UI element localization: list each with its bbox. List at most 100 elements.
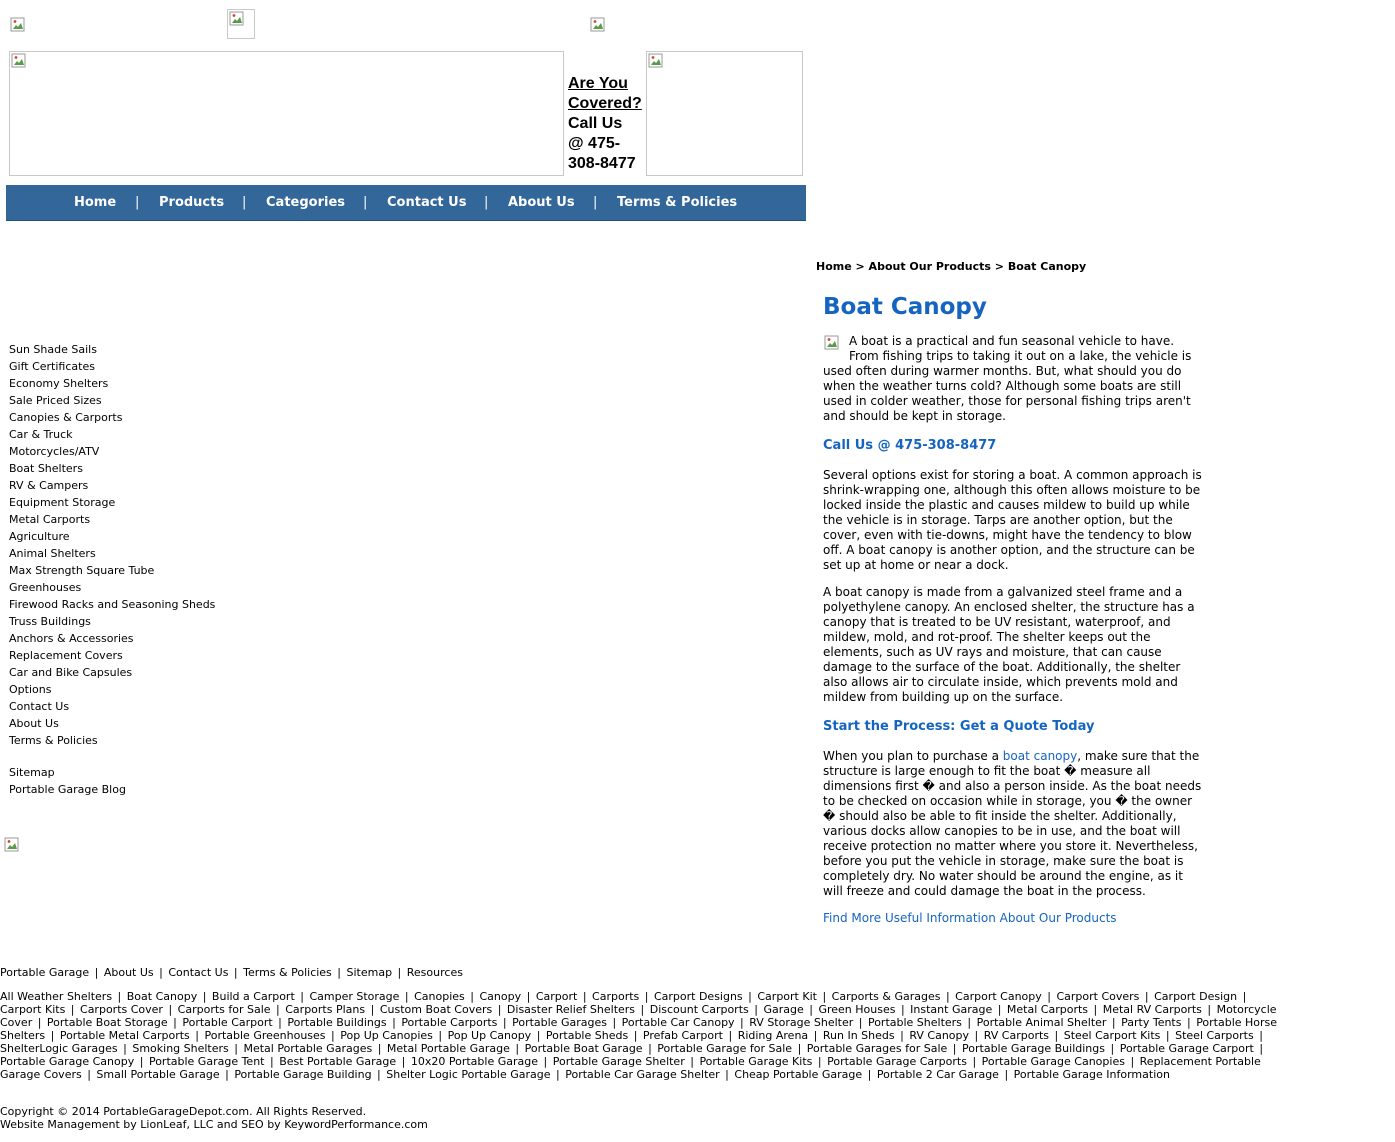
- footer-keyword-link[interactable]: Metal RV Carports: [1103, 1003, 1202, 1016]
- footer-keyword-link[interactable]: Portable Garage Carports: [827, 1055, 967, 1068]
- footer-keyword-link[interactable]: Party Tents: [1121, 1016, 1181, 1029]
- footer-keyword-link[interactable]: Portable Carport: [182, 1016, 272, 1029]
- footer-keyword-link[interactable]: RV Carports: [984, 1029, 1049, 1042]
- footer-keyword-link[interactable]: Portable Garage Carport: [1120, 1042, 1254, 1055]
- sidebar-badge-image[interactable]: [3, 836, 21, 854]
- sidebar-item-animal-shelters[interactable]: Animal Shelters: [9, 545, 269, 562]
- footer-keyword-link[interactable]: Portable Sheds: [546, 1029, 628, 1042]
- footer-keyword-link[interactable]: Carports & Garages: [832, 990, 941, 1003]
- sidebar-item-rv-campers[interactable]: RV & Campers: [9, 477, 269, 494]
- footer-keyword-link[interactable]: Portable 2 Car Garage: [877, 1068, 999, 1081]
- footer-keyword-link[interactable]: Carport Design: [1154, 990, 1237, 1003]
- nav-contact-us[interactable]: Contact Us: [387, 185, 466, 221]
- footer-keyword-link[interactable]: Pop Up Canopy: [448, 1029, 532, 1042]
- footer-keyword-link[interactable]: Garage: [763, 1003, 803, 1016]
- footer-keyword-link[interactable]: Portable Boat Garage: [525, 1042, 643, 1055]
- footer-keyword-link[interactable]: Carports Cover: [80, 1003, 163, 1016]
- footer-nav-link[interactable]: Terms & Policies: [243, 966, 332, 979]
- boat-canopy-link[interactable]: boat canopy: [1003, 749, 1077, 763]
- sidebar-item-max-strength-square-tube[interactable]: Max Strength Square Tube: [9, 562, 269, 579]
- sidebar-item-agriculture[interactable]: Agriculture: [9, 528, 269, 545]
- footer-keyword-link[interactable]: Run In Sheds: [823, 1029, 895, 1042]
- footer-keyword-link[interactable]: Portable Garage Building: [234, 1068, 371, 1081]
- footer-keyword-link[interactable]: Portable Garage Information: [1014, 1068, 1170, 1081]
- more-info-link[interactable]: Find More Useful Information About Our P…: [823, 911, 1205, 926]
- footer-keyword-link[interactable]: Portable Garages: [512, 1016, 607, 1029]
- footer-keyword-link[interactable]: Best Portable Garage: [279, 1055, 396, 1068]
- footer-keyword-link[interactable]: RV Storage Shelter: [749, 1016, 853, 1029]
- footer-keyword-link[interactable]: Portable Greenhouses: [204, 1029, 325, 1042]
- footer-keyword-link[interactable]: Steel Carport Kits: [1064, 1029, 1161, 1042]
- sidebar-item-equipment-storage[interactable]: Equipment Storage: [9, 494, 269, 511]
- footer-keyword-link[interactable]: RV Canopy: [909, 1029, 969, 1042]
- sidebar-item-firewood-racks[interactable]: Firewood Racks and Seasoning Sheds: [9, 596, 269, 613]
- footer-keyword-link[interactable]: Boat Canopy: [127, 990, 197, 1003]
- nav-home[interactable]: Home: [74, 185, 116, 221]
- sidebar-item-economy-shelters[interactable]: Economy Shelters: [9, 375, 269, 392]
- sidebar-item-sale-priced-sizes[interactable]: Sale Priced Sizes: [9, 392, 269, 409]
- footer-nav-link[interactable]: Resources: [407, 966, 463, 979]
- footer-keyword-link[interactable]: Portable Garage Tent: [149, 1055, 265, 1068]
- footer-keyword-link[interactable]: Portable Garages for Sale: [807, 1042, 948, 1055]
- footer-keyword-link[interactable]: Canopy: [480, 990, 522, 1003]
- footer-keyword-link[interactable]: Portable Metal Carports: [60, 1029, 190, 1042]
- footer-keyword-link[interactable]: Carport Designs: [654, 990, 743, 1003]
- sidebar-item-car-truck[interactable]: Car & Truck: [9, 426, 269, 443]
- footer-keyword-link[interactable]: Carports: [592, 990, 639, 1003]
- footer-keyword-link[interactable]: Portable Car Garage Shelter: [565, 1068, 719, 1081]
- footer-nav-link[interactable]: Contact Us: [168, 966, 228, 979]
- sidebar-item-sun-shade-sails[interactable]: Sun Shade Sails: [9, 341, 269, 358]
- sidebar-item-car-bike-capsules[interactable]: Car and Bike Capsules: [9, 664, 269, 681]
- footer-keyword-link[interactable]: Portable Garage Canopies: [982, 1055, 1125, 1068]
- footer-nav-link[interactable]: Sitemap: [347, 966, 393, 979]
- are-you-covered-link[interactable]: Are You: [568, 74, 646, 94]
- sidebar-item-metal-carports[interactable]: Metal Carports: [9, 511, 269, 528]
- footer-keyword-link[interactable]: Pop Up Canopies: [340, 1029, 433, 1042]
- logo-image[interactable]: [9, 16, 27, 34]
- nav-products[interactable]: Products: [159, 185, 224, 221]
- sidebar-item-anchors-accessories[interactable]: Anchors & Accessories: [9, 630, 269, 647]
- breadcrumb[interactable]: Home > About Our Products > Boat Canopy: [816, 260, 1086, 273]
- footer-keyword-link[interactable]: Carport Kit: [757, 990, 817, 1003]
- footer-keyword-link[interactable]: Portable Garage Shelter: [553, 1055, 685, 1068]
- footer-keyword-link[interactable]: Portable Boat Storage: [47, 1016, 168, 1029]
- footer-keyword-link[interactable]: Portable Garage Canopy: [0, 1055, 134, 1068]
- footer-keyword-link[interactable]: Portable Garage for Sale: [657, 1042, 792, 1055]
- footer-keyword-link[interactable]: Carports for Sale: [178, 1003, 271, 1016]
- are-you-covered-link-line2[interactable]: Covered?: [568, 94, 646, 114]
- footer-keyword-link[interactable]: Shelter Logic Portable Garage: [386, 1068, 550, 1081]
- footer-keyword-link[interactable]: Smoking Shelters: [132, 1042, 228, 1055]
- footer-keyword-link[interactable]: Metal Carports: [1007, 1003, 1088, 1016]
- sidebar-item-boat-shelters[interactable]: Boat Shelters: [9, 460, 269, 477]
- footer-keyword-link[interactable]: Portable Animal Shelter: [977, 1016, 1107, 1029]
- sidebar-item-truss-buildings[interactable]: Truss Buildings: [9, 613, 269, 630]
- footer-keyword-link[interactable]: Steel Carports: [1175, 1029, 1254, 1042]
- footer-keyword-link[interactable]: Carport Canopy: [955, 990, 1042, 1003]
- sidebar-item-greenhouses[interactable]: Greenhouses: [9, 579, 269, 596]
- footer-keyword-link[interactable]: Green Houses: [818, 1003, 895, 1016]
- nav-categories[interactable]: Categories: [266, 185, 345, 221]
- footer-keyword-link[interactable]: Portable Buildings: [287, 1016, 386, 1029]
- footer-keyword-link[interactable]: Build a Carport: [212, 990, 295, 1003]
- footer-keyword-link[interactable]: Portable Garage Buildings: [962, 1042, 1105, 1055]
- sidebar-item-portable-garage-blog[interactable]: Portable Garage Blog: [9, 781, 269, 798]
- footer-keyword-link[interactable]: Disaster Relief Shelters: [507, 1003, 635, 1016]
- footer-keyword-link[interactable]: Cheap Portable Garage: [734, 1068, 862, 1081]
- footer-keyword-link[interactable]: Metal Portable Garages: [243, 1042, 372, 1055]
- footer-keyword-link[interactable]: Instant Garage: [910, 1003, 992, 1016]
- footer-keyword-link[interactable]: Small Portable Garage: [96, 1068, 219, 1081]
- footer-keyword-link[interactable]: Portable Shelters: [868, 1016, 962, 1029]
- footer-nav-link[interactable]: Portable Garage: [0, 966, 89, 979]
- sidebar-item-motorcycles-atv[interactable]: Motorcycles/ATV: [9, 443, 269, 460]
- footer-keyword-link[interactable]: Riding Arena: [738, 1029, 808, 1042]
- footer-keyword-link[interactable]: Carport: [536, 990, 578, 1003]
- footer-nav-link[interactable]: About Us: [104, 966, 154, 979]
- footer-keyword-link[interactable]: Prefab Carport: [643, 1029, 723, 1042]
- sidebar-item-terms-policies[interactable]: Terms & Policies: [9, 732, 269, 749]
- footer-keyword-link[interactable]: Canopies: [414, 990, 465, 1003]
- sidebar-item-canopies-carports[interactable]: Canopies & Carports: [9, 409, 269, 426]
- footer-keyword-link[interactable]: Portable Carports: [401, 1016, 497, 1029]
- sidebar-item-replacement-covers[interactable]: Replacement Covers: [9, 647, 269, 664]
- sidebar-item-sitemap[interactable]: Sitemap: [9, 764, 269, 781]
- footer-keyword-link[interactable]: Portable Garage Kits: [699, 1055, 812, 1068]
